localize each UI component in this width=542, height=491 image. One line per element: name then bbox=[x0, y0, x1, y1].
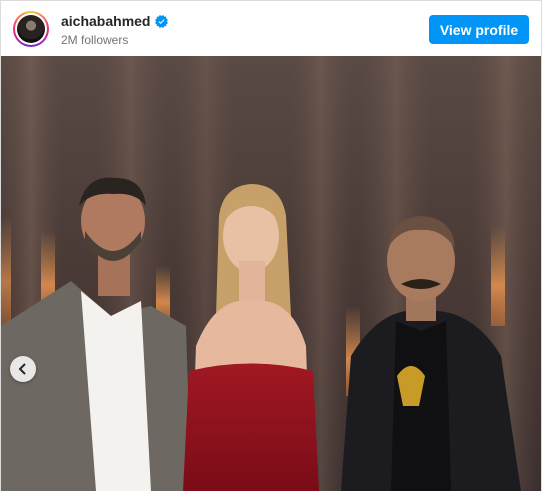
post-image[interactable] bbox=[1, 56, 541, 491]
avatar-image bbox=[17, 15, 45, 43]
carousel-prev-button[interactable] bbox=[10, 356, 36, 382]
post-photo-illustration bbox=[1, 56, 541, 491]
followers-count: 2M followers bbox=[61, 33, 129, 47]
verified-badge-icon bbox=[155, 14, 169, 28]
view-profile-button[interactable]: View profile bbox=[429, 15, 529, 44]
username[interactable]: aichabahmed bbox=[61, 13, 150, 29]
chevron-left-icon bbox=[18, 363, 26, 375]
instagram-embed: aichabahmed 2M followers View profile bbox=[0, 0, 542, 491]
post-header: aichabahmed 2M followers View profile bbox=[1, 1, 541, 56]
username-row: aichabahmed bbox=[61, 13, 169, 29]
avatar[interactable] bbox=[13, 11, 49, 47]
